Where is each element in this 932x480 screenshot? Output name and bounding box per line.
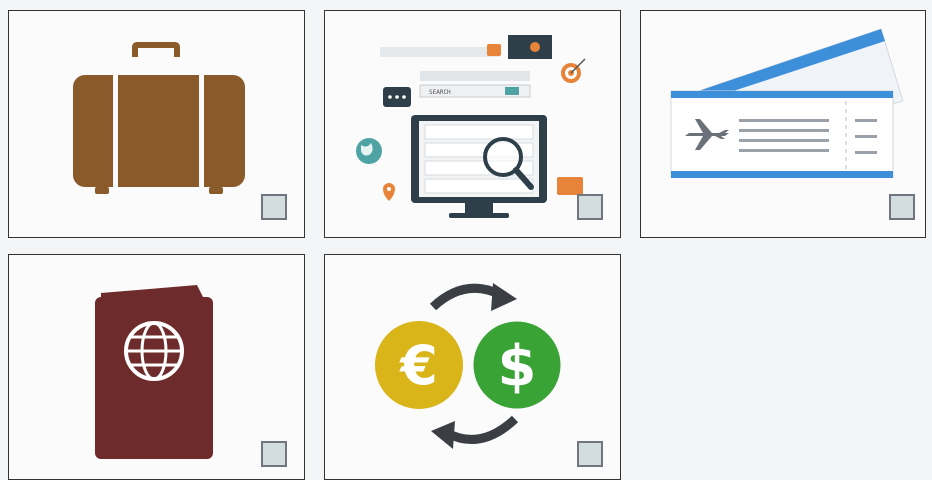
select-checkbox[interactable] [889, 194, 915, 220]
select-checkbox[interactable] [577, 441, 603, 467]
svg-text:SEARCH: SEARCH [429, 89, 451, 96]
svg-text:€: € [398, 334, 438, 397]
image-option-suitcase[interactable] [8, 10, 305, 238]
image-option-plane-ticket[interactable] [640, 10, 926, 238]
image-option-currency-exchange[interactable]: € $ [324, 254, 621, 480]
select-checkbox[interactable] [577, 194, 603, 220]
select-checkbox[interactable] [261, 194, 287, 220]
image-option-passport[interactable] [8, 254, 305, 480]
plane-ticket-icon [670, 28, 904, 178]
svg-text:$: $ [498, 334, 537, 399]
image-option-online-search[interactable]: SEARCH [324, 10, 621, 238]
select-checkbox[interactable] [261, 441, 287, 467]
